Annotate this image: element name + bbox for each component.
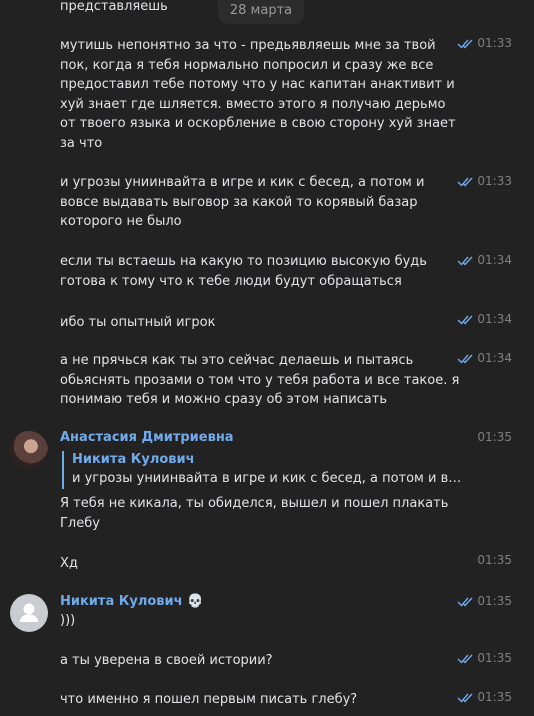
message-text: а не прячься как ты это сейчас делаешь и…	[60, 353, 460, 407]
double-check-icon	[457, 256, 473, 266]
message-time: 01:33	[457, 36, 512, 50]
message-time: 01:34	[457, 253, 512, 267]
double-check-icon	[457, 597, 473, 607]
author-name[interactable]: Анастасия Дмитриевна	[60, 430, 234, 445]
time-label: 01:33	[477, 36, 512, 50]
avatar[interactable]	[10, 431, 48, 469]
avatar[interactable]	[10, 594, 48, 632]
reply-text: и угрозы униинвайта в игре и кик с бесед…	[72, 471, 464, 486]
message-text: а ты уверена в своей истории?	[60, 653, 273, 668]
message-text: если ты встаешь на какую то позицию высо…	[60, 254, 427, 289]
message-text: Хд	[60, 556, 78, 571]
message-time: 01:35	[477, 430, 512, 444]
message-text: что именно я пошел первым писать глебу?	[60, 692, 358, 707]
double-check-icon	[457, 654, 473, 664]
time-label: 01:34	[477, 253, 512, 267]
time-label: 01:35	[477, 690, 512, 704]
message-time: 01:33	[457, 174, 512, 188]
message-text: Я тебя не кикала, ты обиделся, вышел и п…	[60, 496, 449, 531]
double-check-icon	[457, 177, 473, 187]
message-time: 01:34	[457, 351, 512, 365]
time-label: 01:33	[477, 174, 512, 188]
message-text: )))	[60, 613, 76, 628]
message-text: ибо ты опытный игрок	[60, 315, 216, 330]
message-text: мутишь непонятно за что - предьявляешь м…	[60, 38, 456, 151]
double-check-icon	[457, 354, 473, 364]
message-fragment: представляешь	[60, 0, 168, 14]
time-label: 01:35	[477, 430, 512, 444]
time-label: 01:34	[477, 312, 512, 326]
time-label: 01:35	[477, 594, 512, 608]
reply-author: Никита Кулович	[72, 452, 195, 467]
double-check-icon	[457, 693, 473, 703]
message-time: 01:35	[477, 553, 512, 567]
message-time: 01:35	[457, 594, 512, 608]
reply-quote[interactable]: Никита Кулович и угрозы униинвайта в игр…	[62, 451, 464, 489]
message-text: и угрозы униинвайта в игре и кик с бесед…	[60, 175, 425, 229]
time-label: 01:35	[477, 553, 512, 567]
author-name[interactable]: Никита Кулович 💀	[60, 594, 203, 609]
message-time: 01:35	[457, 651, 512, 665]
message-time: 01:35	[457, 690, 512, 704]
user-silhouette-icon	[19, 603, 39, 622]
author-name-label: Никита Кулович	[60, 594, 183, 609]
double-check-icon	[457, 315, 473, 325]
skull-icon: 💀	[187, 594, 204, 609]
time-label: 01:34	[477, 351, 512, 365]
message-time: 01:34	[457, 312, 512, 326]
time-label: 01:35	[477, 651, 512, 665]
double-check-icon	[457, 39, 473, 49]
